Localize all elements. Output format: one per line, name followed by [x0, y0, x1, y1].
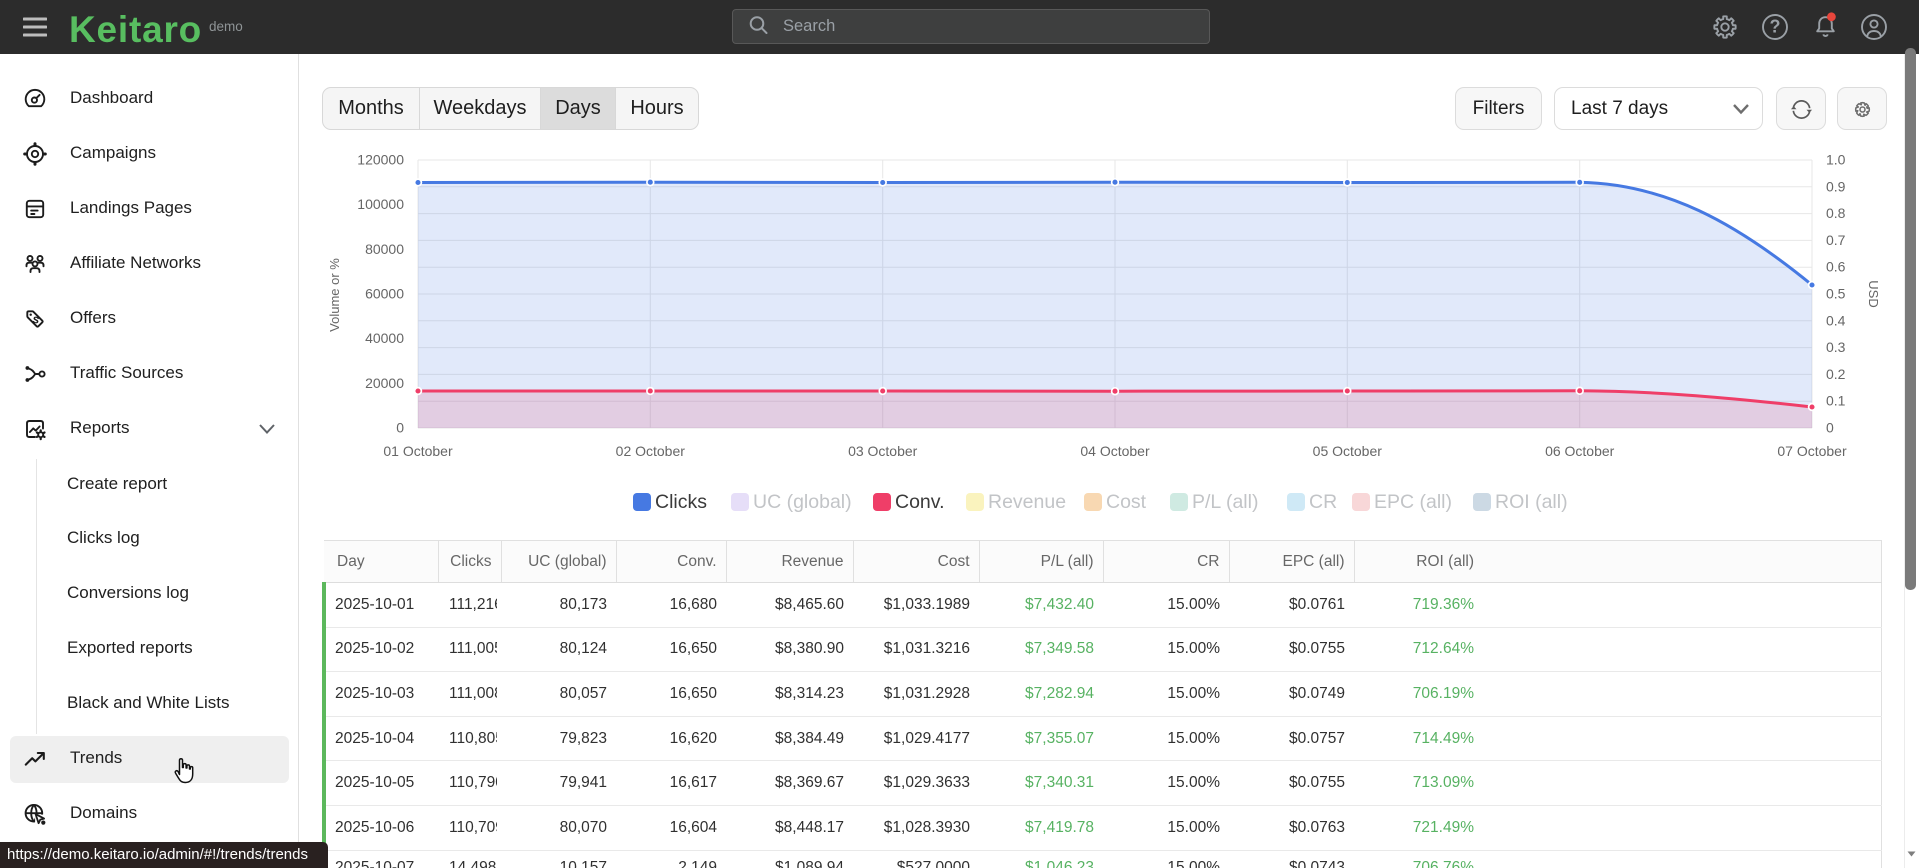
svg-text:06 October: 06 October — [1545, 443, 1615, 459]
svg-text:0.4: 0.4 — [1826, 312, 1846, 328]
svg-text:0.7: 0.7 — [1826, 232, 1846, 248]
svg-text:0: 0 — [396, 420, 404, 436]
svg-text:02 October: 02 October — [616, 443, 686, 459]
svg-text:0.6: 0.6 — [1826, 259, 1846, 275]
svg-text:0: 0 — [1826, 420, 1834, 436]
svg-text:40000: 40000 — [365, 330, 404, 346]
svg-text:Volume or %: Volume or % — [327, 258, 342, 332]
svg-text:04 October: 04 October — [1080, 443, 1150, 459]
svg-text:120000: 120000 — [357, 152, 404, 168]
svg-text:01 October: 01 October — [383, 443, 453, 459]
svg-text:0.2: 0.2 — [1826, 366, 1846, 382]
svg-text:USD: USD — [1866, 280, 1881, 307]
svg-text:0.8: 0.8 — [1826, 205, 1846, 221]
svg-text:80000: 80000 — [365, 241, 404, 257]
svg-text:1.0: 1.0 — [1826, 152, 1846, 168]
svg-text:07 October: 07 October — [1777, 443, 1847, 459]
svg-text:60000: 60000 — [365, 286, 404, 302]
svg-text:100000: 100000 — [357, 196, 404, 212]
svg-text:20000: 20000 — [365, 375, 404, 391]
svg-text:03 October: 03 October — [848, 443, 918, 459]
svg-text:0.1: 0.1 — [1826, 393, 1846, 409]
svg-text:0.9: 0.9 — [1826, 178, 1846, 194]
svg-text:05 October: 05 October — [1313, 443, 1383, 459]
svg-text:0.5: 0.5 — [1826, 286, 1846, 302]
svg-text:0.3: 0.3 — [1826, 339, 1846, 355]
